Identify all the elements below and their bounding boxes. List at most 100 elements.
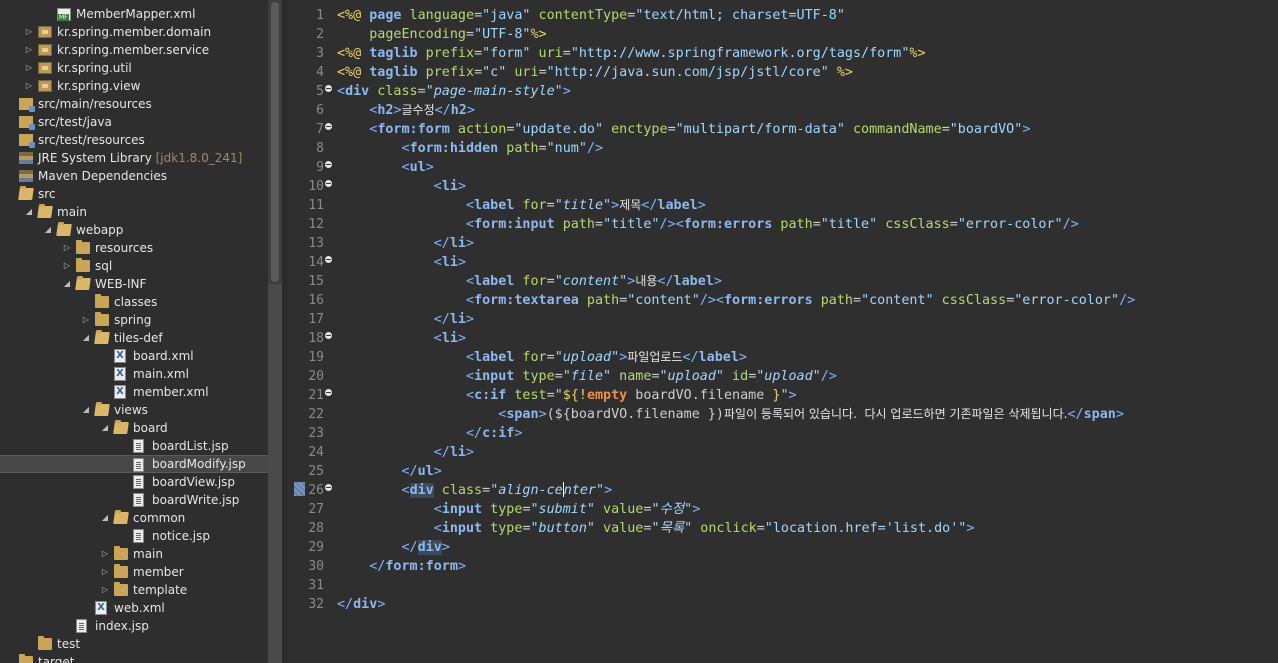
tree-item[interactable]: ▷ resources	[0, 239, 268, 257]
tree-item[interactable]: Xboard.xml	[0, 347, 268, 365]
code-line[interactable]: <%@ taglib prefix="c" uri="http://java.s…	[337, 63, 853, 82]
tree-item[interactable]: JRE System Library [jdk1.8.0_241]	[0, 149, 268, 167]
tree-item[interactable]: boardWrite.jsp	[0, 491, 268, 509]
line-number: 6	[316, 103, 324, 118]
code-line[interactable]: <%@ page language="java" contentType="te…	[337, 6, 845, 25]
code-line[interactable]: <input type="submit" value="수정">	[337, 500, 701, 519]
tree-item[interactable]: src	[0, 185, 268, 203]
tree-item[interactable]: src/main/resources	[0, 95, 268, 113]
tree-item[interactable]: ◢ main	[0, 203, 268, 221]
fold-collapse-icon[interactable]	[325, 332, 332, 339]
code-line[interactable]: <label for="title">제목</label>	[337, 196, 706, 215]
code-line[interactable]: pageEncoding="UTF-8"%>	[337, 25, 546, 44]
code-line[interactable]: </div>	[337, 538, 450, 557]
fold-collapse-icon[interactable]	[325, 161, 332, 168]
tree-item[interactable]: ▷ member	[0, 563, 268, 581]
scrollbar-thumb[interactable]	[271, 2, 279, 282]
expand-arrow-icon[interactable]: ▷	[100, 563, 110, 581]
code-line[interactable]: <%@ taglib prefix="form" uri="http://www…	[337, 44, 926, 63]
tree-item[interactable]: ▷ spring	[0, 311, 268, 329]
collapse-arrow-icon[interactable]: ◢	[62, 275, 72, 293]
expand-arrow-icon[interactable]: ▷	[100, 581, 110, 599]
code-line[interactable]: <form:input path="title"/><form:errors p…	[337, 215, 1079, 234]
code-line[interactable]: <form:hidden path="num"/>	[337, 139, 604, 158]
code-line[interactable]: </div>	[337, 595, 385, 614]
tree-item[interactable]: ▷ kr.spring.util	[0, 59, 268, 77]
expand-arrow-icon[interactable]: ▷	[100, 545, 110, 563]
tree-item-label: kr.spring.member.domain	[57, 25, 212, 39]
fold-collapse-icon[interactable]	[325, 123, 332, 130]
expand-arrow-icon[interactable]: ▷	[81, 311, 91, 329]
fold-collapse-icon[interactable]	[325, 85, 332, 92]
tree-item[interactable]: ◢ board	[0, 419, 268, 437]
expand-arrow-icon[interactable]: ▷	[62, 239, 72, 257]
code-token: =	[949, 217, 958, 232]
code-line[interactable]: <div class="align-center">	[337, 481, 612, 500]
code-line[interactable]: <div class="page-main-style">	[337, 82, 571, 101]
tree-item[interactable]: ◢ views	[0, 401, 268, 419]
tree-item[interactable]: ▷ main	[0, 545, 268, 563]
fold-collapse-icon[interactable]	[325, 180, 332, 187]
code-line[interactable]: </ul>	[337, 462, 442, 481]
tree-item[interactable]: ▷ kr.spring.member.service	[0, 41, 268, 59]
tree-item[interactable]: notice.jsp	[0, 527, 268, 545]
expand-arrow-icon[interactable]: ▷	[24, 41, 34, 59]
expand-arrow-icon[interactable]: ▷	[24, 23, 34, 41]
tree-item[interactable]: classes	[0, 293, 268, 311]
line-number: 15	[308, 274, 324, 289]
tree-item[interactable]: Maven Dependencies	[0, 167, 268, 185]
code-line[interactable]: </form:form>	[337, 557, 466, 576]
expand-arrow-icon[interactable]: ▷	[24, 77, 34, 95]
tree-item[interactable]: src/test/resources	[0, 131, 268, 149]
fold-collapse-icon[interactable]	[325, 484, 332, 491]
collapse-arrow-icon[interactable]: ◢	[81, 401, 91, 419]
code-line[interactable]: <label for="upload">파일업로드</label>	[337, 348, 747, 367]
tree-item[interactable]: ◢ webapp	[0, 221, 268, 239]
code-line[interactable]: <li>	[337, 329, 466, 348]
tree-item[interactable]: Xweb.xml	[0, 599, 268, 617]
code-line[interactable]: <label for="content">내용</label>	[337, 272, 722, 291]
code-line[interactable]: <span>(${boardVO.filename })파일이 등록되어 있습니…	[337, 405, 1124, 424]
fold-collapse-icon[interactable]	[325, 256, 332, 263]
code-line[interactable]: <h2>글수정</h2>	[337, 101, 475, 120]
tree-item[interactable]: index.jsp	[0, 617, 268, 635]
code-line[interactable]: </c:if>	[337, 424, 522, 443]
code-line[interactable]: <li>	[337, 177, 466, 196]
tree-item[interactable]: boardView.jsp	[0, 473, 268, 491]
code-line[interactable]: </li>	[337, 234, 474, 253]
code-line[interactable]: <input type="file" name="upload" id="upl…	[337, 367, 837, 386]
tree-item[interactable]: Xmember.xml	[0, 383, 268, 401]
code-line[interactable]: <form:form action="update.do" enctype="m…	[337, 120, 1030, 139]
tree-item[interactable]: ▷ sql	[0, 257, 268, 275]
collapse-arrow-icon[interactable]: ◢	[81, 329, 91, 347]
collapse-arrow-icon[interactable]: ◢	[43, 221, 53, 239]
code-line[interactable]: <ul>	[337, 158, 434, 177]
tree-item[interactable]: ◢ common	[0, 509, 268, 527]
tree-item[interactable]: test	[0, 635, 268, 653]
tree-item[interactable]: Xmain.xml	[0, 365, 268, 383]
code-line[interactable]: <li>	[337, 253, 466, 272]
code-line[interactable]: <c:if test="${!empty boardVO.filename }"…	[337, 386, 797, 405]
collapse-arrow-icon[interactable]: ◢	[100, 419, 110, 437]
tree-item[interactable]: ◢ tiles-def	[0, 329, 268, 347]
code-line[interactable]: </li>	[337, 310, 474, 329]
tree-item[interactable]: ▷ kr.spring.member.domain	[0, 23, 268, 41]
code-line[interactable]: </li>	[337, 443, 474, 462]
code-line[interactable]: <input type="button" value="목록" onclick=…	[337, 519, 975, 538]
tree-item[interactable]: boardList.jsp	[0, 437, 268, 455]
tree-item[interactable]: MemberMapper.xml	[0, 5, 268, 23]
scrollbar-track[interactable]	[268, 284, 282, 663]
tree-item[interactable]: boardModify.jsp	[0, 455, 268, 473]
fold-collapse-icon[interactable]	[325, 389, 332, 396]
tree-item[interactable]: ▷ template	[0, 581, 268, 599]
code-line[interactable]: <form:textarea path="content"/><form:err…	[337, 291, 1135, 310]
expand-arrow-icon[interactable]: ▷	[24, 59, 34, 77]
tree-item[interactable]: src/test/java	[0, 113, 268, 131]
tree-item[interactable]: ◢ WEB-INF	[0, 275, 268, 293]
collapse-arrow-icon[interactable]: ◢	[24, 203, 34, 221]
collapse-arrow-icon[interactable]: ◢	[100, 509, 110, 527]
tree-item[interactable]: ▷ kr.spring.view	[0, 77, 268, 95]
explorer-scrollbar[interactable]	[268, 0, 282, 663]
tree-item[interactable]: target	[0, 653, 268, 663]
expand-arrow-icon[interactable]: ▷	[62, 257, 72, 275]
